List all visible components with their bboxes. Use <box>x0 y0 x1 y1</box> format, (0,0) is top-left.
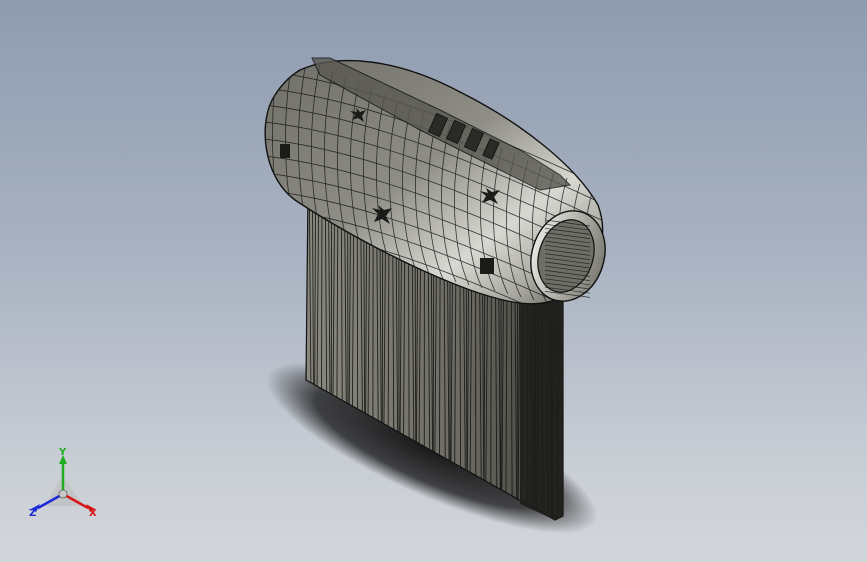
side-slot-left <box>280 144 290 158</box>
bristle-strand <box>330 192 333 520</box>
y-axis-label: Y <box>58 447 67 458</box>
orientation-triad[interactable]: Y X Z <box>26 446 106 526</box>
x-axis-label: X <box>89 508 97 519</box>
side-slot-right <box>480 258 494 274</box>
3d-model-view[interactable] <box>0 0 867 562</box>
graphics-viewport[interactable]: Y X Z <box>0 0 867 562</box>
z-axis-label: Z <box>29 508 36 519</box>
